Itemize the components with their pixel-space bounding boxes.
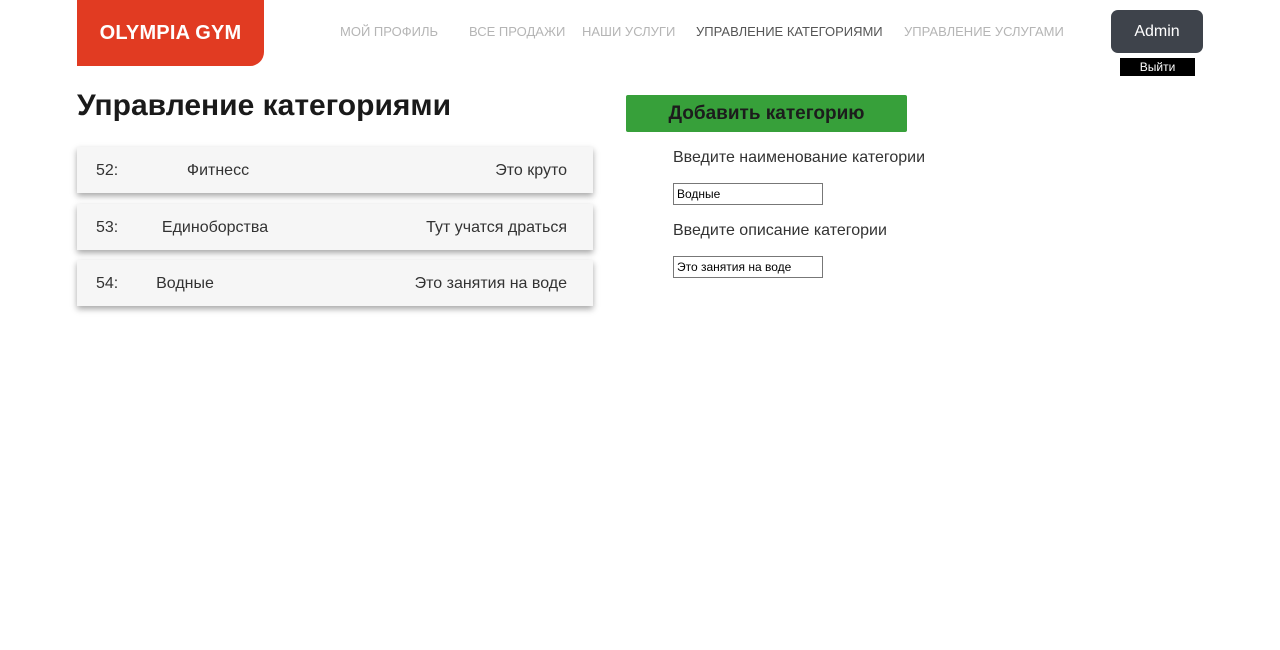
category-name: Водные [156,275,214,292]
category-description: Это круто [495,162,567,179]
category-description-input[interactable] [673,256,823,278]
add-category-button[interactable]: Добавить категорию [626,95,907,132]
category-name: Единоборства [161,219,269,236]
main-nav: МОЙ ПРОФИЛЬ ВСЕ ПРОДАЖИ НАШИ УСЛУГИ УПРА… [0,24,1280,42]
category-name: Фитнесс [186,162,250,179]
nav-manage-categories[interactable]: УПРАВЛЕНИЕ КАТЕГОРИЯМИ [696,24,883,39]
category-card[interactable]: 52: Фитнесс Это круто [77,147,593,193]
page-title: Управление категориями [77,89,452,122]
admin-button[interactable]: Admin [1111,10,1203,53]
nav-manage-services[interactable]: УПРАВЛЕНИЕ УСЛУГАМИ [904,24,1064,39]
nav-my-profile[interactable]: МОЙ ПРОФИЛЬ [340,24,438,39]
category-description: Тут учатся драться [426,219,567,236]
category-description-label: Введите описание категории [673,222,887,239]
category-description: Это занятия на воде [414,275,567,292]
category-name-input[interactable] [673,183,823,205]
category-name-label: Введите наименование категории [673,149,926,166]
nav-our-services[interactable]: НАШИ УСЛУГИ [582,24,675,39]
page: OLYMPIA GYM МОЙ ПРОФИЛЬ ВСЕ ПРОДАЖИ НАШИ… [0,0,1280,650]
nav-all-sales[interactable]: ВСЕ ПРОДАЖИ [469,24,565,39]
logout-button[interactable]: Выйти [1120,58,1195,76]
category-card[interactable]: 54: Водные Это занятия на воде [77,260,593,306]
category-card[interactable]: 53: Единоборства Тут учатся драться [77,204,593,250]
